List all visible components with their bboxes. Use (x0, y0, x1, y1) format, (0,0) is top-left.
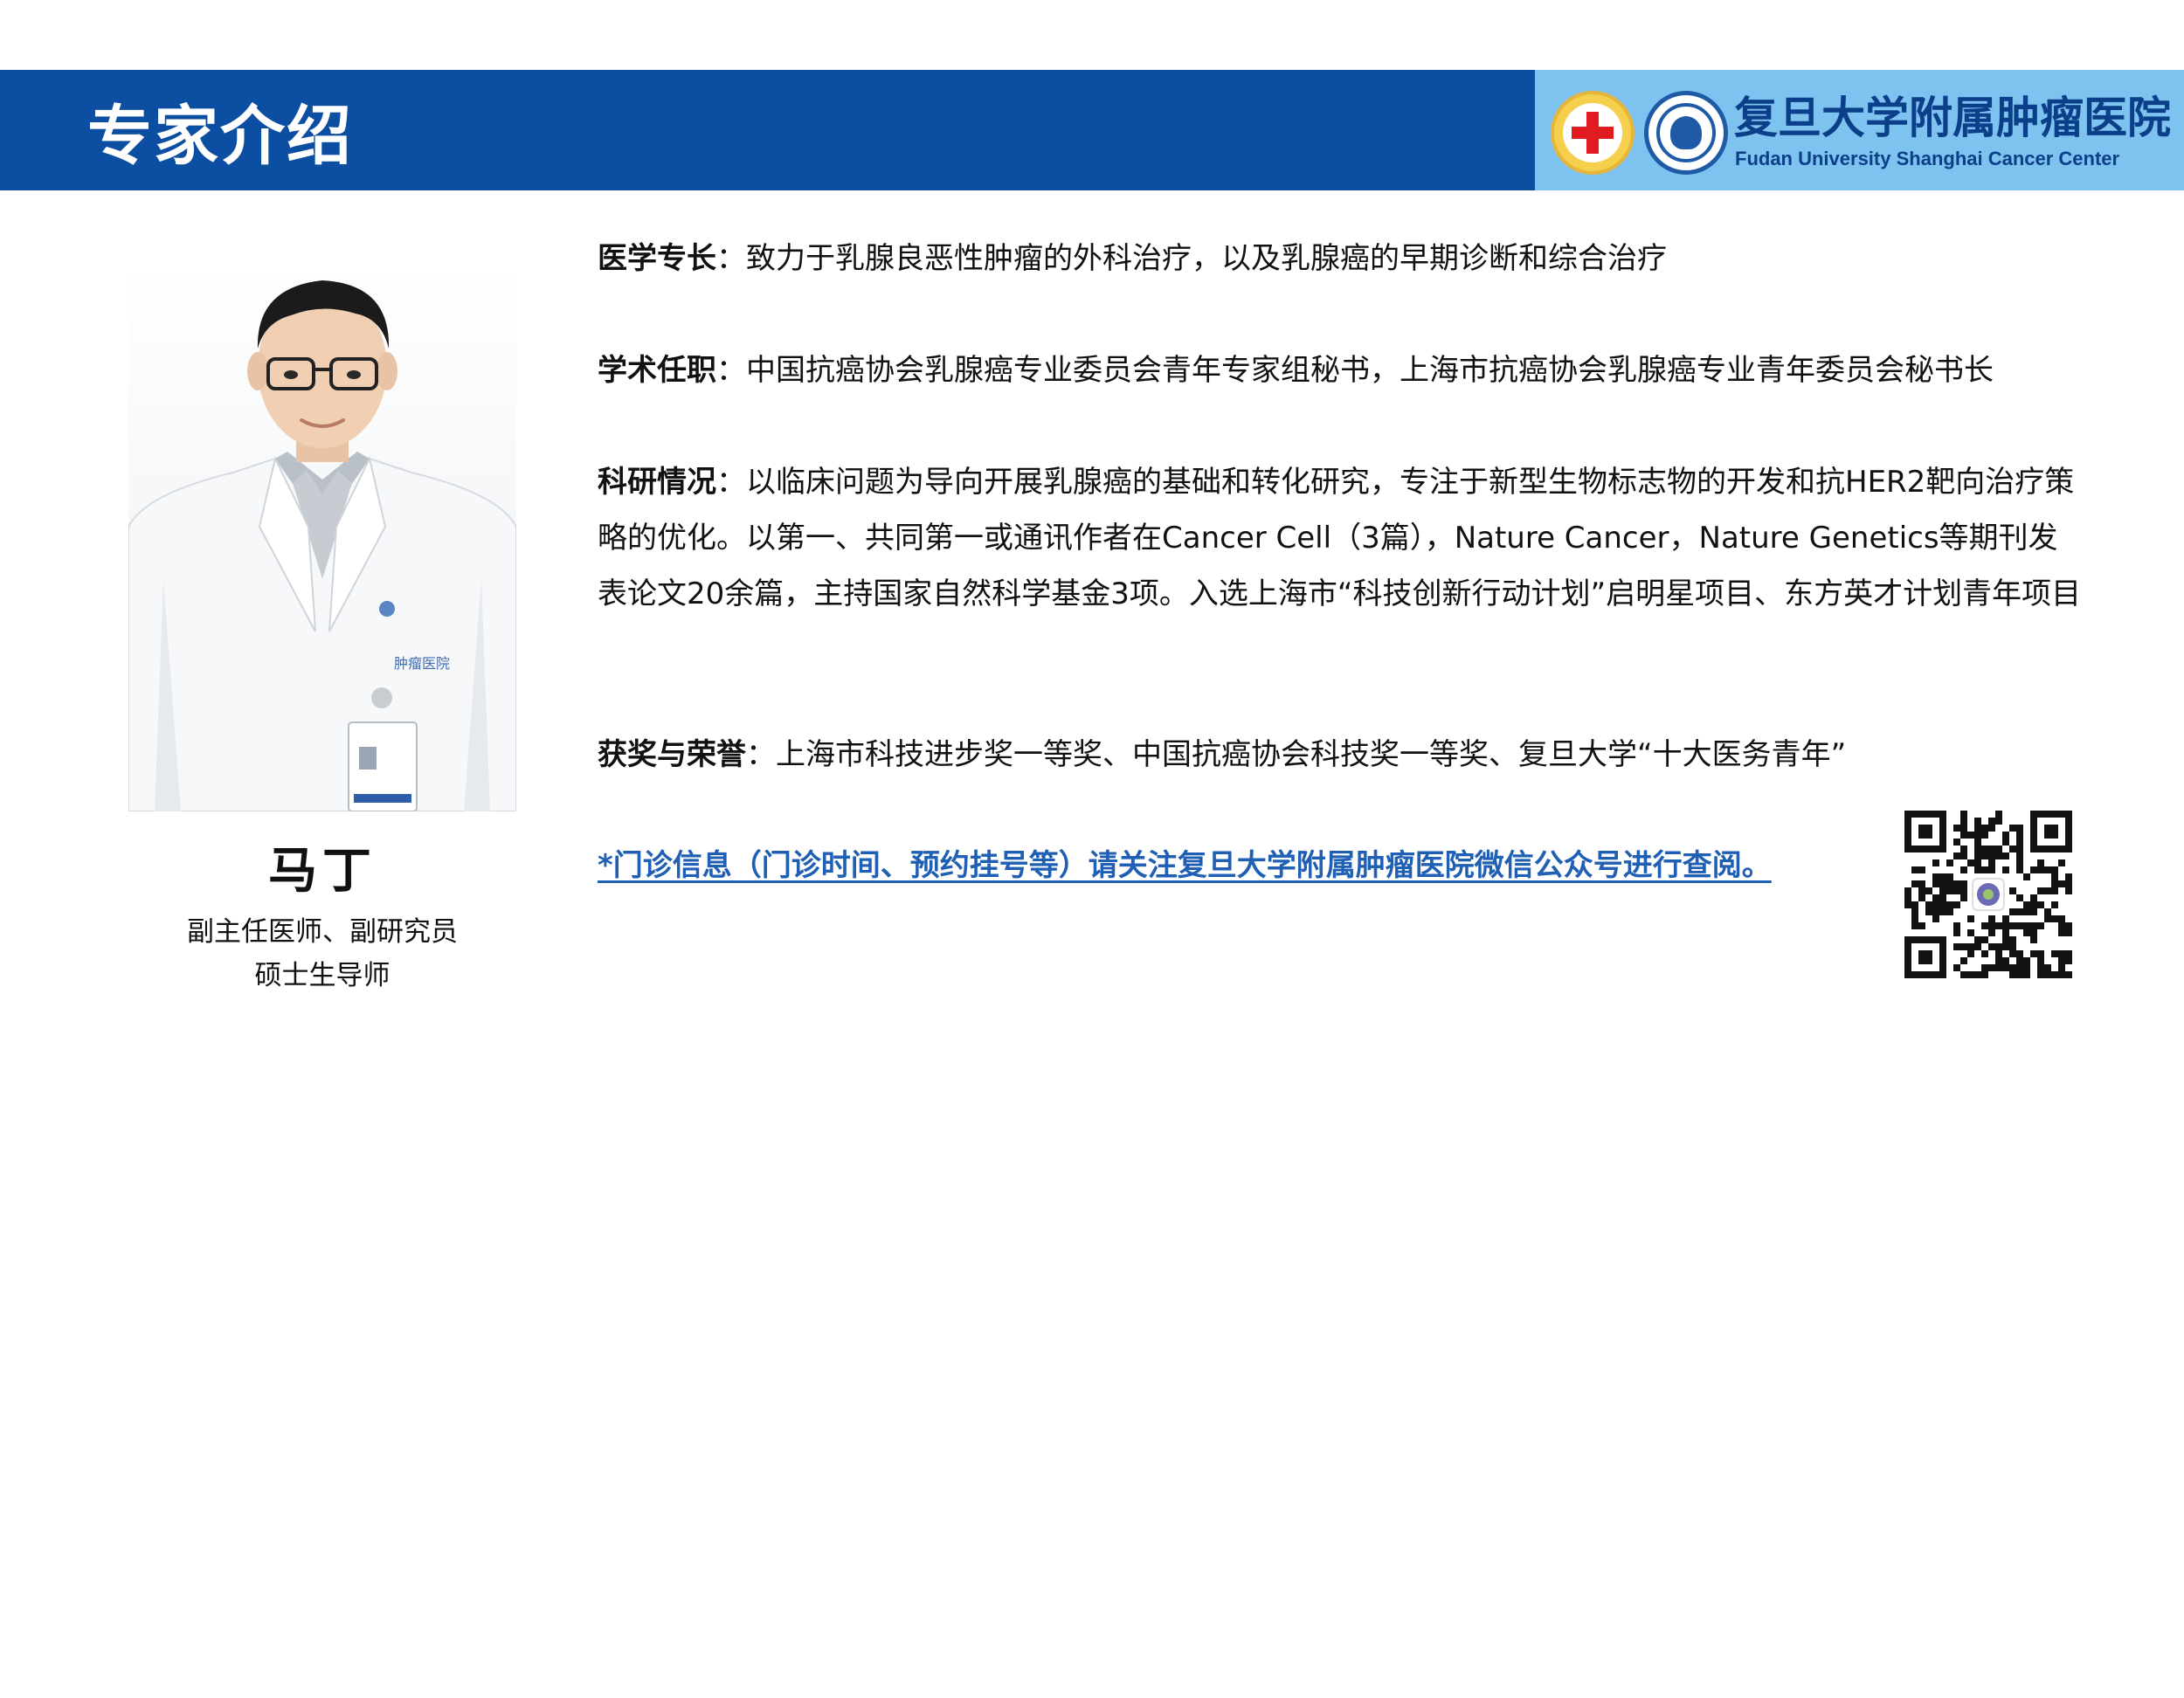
expertise-label: 医学专长 (598, 241, 716, 276)
academic-text: 中国抗癌协会乳腺癌专业委员会青年专家组秘书，上海市抗癌协会乳腺癌专业青年委员会秘… (746, 353, 1994, 388)
doctor-role: 硕士生导师 (254, 960, 390, 991)
academic-separator: ： (716, 353, 746, 388)
expertise-separator: ： (716, 241, 746, 276)
academic-paragraph: 学术任职：中国抗癌协会乳腺癌专业委员会青年专家组秘书，上海市抗癌协会乳腺癌专业青… (598, 342, 2083, 398)
research-paragraph: 科研情况：以临床问题为导向开展乳腺癌的基础和转化研究，专注于新型生物标志物的开发… (598, 454, 2083, 622)
doctor-photo: 肿瘤医院 (128, 265, 516, 811)
expertise-paragraph: 医学专长：致力于乳腺良恶性肿瘤的外科治疗，以及乳腺癌的早期诊断和综合治疗 (598, 231, 2083, 286)
page-title: 专家介绍 (87, 98, 353, 174)
research-label: 科研情况 (598, 465, 716, 500)
red-cross-emblem-icon (1551, 91, 1635, 175)
coat-embroidery-text: 肿瘤医院 (394, 655, 450, 672)
academic-label: 学术任职 (598, 353, 716, 388)
awards-paragraph: 获奖与荣誉：上海市科技进步奖一等奖、中国抗癌协会科技奖一等奖、复旦大学“十大医务… (598, 727, 2083, 783)
awards-text: 上海市科技进步奖一等奖、中国抗癌协会科技奖一等奖、复旦大学“十大医务青年” (776, 737, 1847, 772)
awards-separator: ： (746, 737, 776, 772)
wechat-qr-code[interactable] (1904, 811, 2072, 978)
hospital-name-en: Fudan University Shanghai Cancer Center (1735, 148, 2120, 169)
research-separator: ： (716, 465, 746, 500)
clinic-info-link[interactable]: *门诊信息（门诊时间、预约挂号等）请关注复旦大学附属肿瘤医院微信公众号进行查阅。 (598, 839, 1838, 892)
doctor-title: 副主任医师、副研究员 (187, 916, 458, 948)
expertise-text: 致力于乳腺良恶性肿瘤的外科治疗，以及乳腺癌的早期诊断和综合治疗 (746, 241, 1667, 276)
hospital-name-cn: 复旦大学附属肿瘤医院 (1734, 92, 2171, 143)
research-text: 以临床问题为导向开展乳腺癌的基础和转化研究，专注于新型生物标志物的开发和抗HER… (598, 465, 2082, 611)
qr-code-icon (1904, 811, 2072, 978)
doctor-name: 马丁 (268, 843, 377, 900)
hospital-emblem-icon (1644, 91, 1728, 175)
awards-label: 获奖与荣誉 (598, 737, 746, 772)
